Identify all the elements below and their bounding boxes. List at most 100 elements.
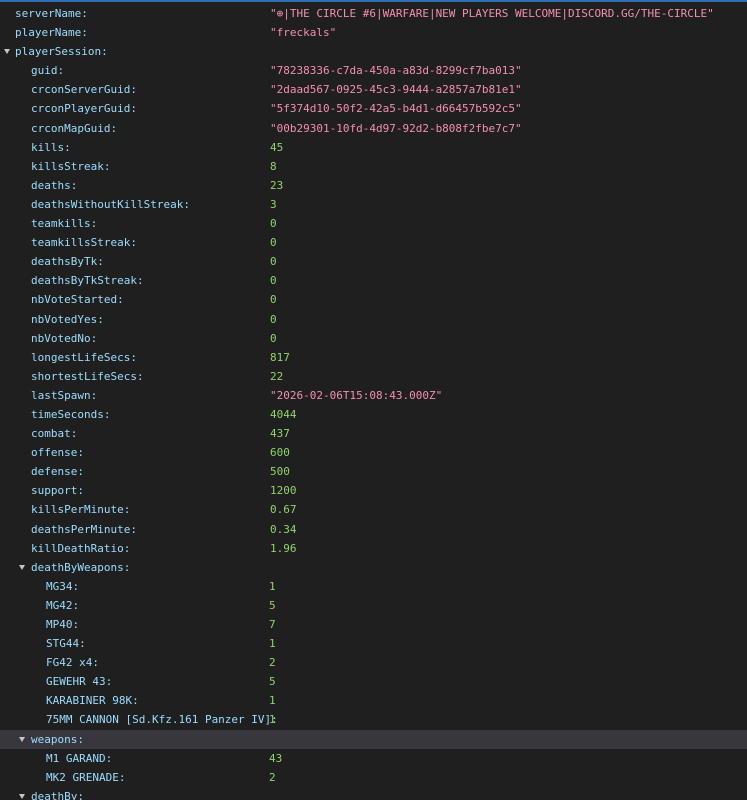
property-key: MG42: xyxy=(46,598,80,612)
tree-property-row: teamkillsStreak: 0 xyxy=(0,233,747,252)
tree-property-row: nbVoteStarted: 0 xyxy=(0,290,747,309)
number-value: 600 xyxy=(270,446,290,460)
tree-property-row: support: 1200 xyxy=(0,481,747,500)
tree-property-row: timeSeconds: 4044 xyxy=(0,405,747,424)
number-value: 5 xyxy=(269,598,276,612)
tree-property-row: crconPlayerGuid: "5f374d10-50f2-42a5-b4d1… xyxy=(0,99,747,118)
number-value: 0 xyxy=(270,312,277,326)
tree-property-row: deathsWithoutKillStreak: 3 xyxy=(0,195,747,214)
property-key: serverName: xyxy=(15,7,88,20)
property-key: MK2 GRENADE: xyxy=(46,770,126,784)
property-key: deathsPerMinute: xyxy=(31,522,137,536)
property-key: 75MM CANNON [Sd.Kfz.161 Panzer IV]: xyxy=(46,713,278,727)
number-value: 0 xyxy=(270,236,277,250)
number-value: 45 xyxy=(270,140,284,154)
property-key: MG34: xyxy=(46,579,80,593)
number-value: 1200 xyxy=(270,484,297,498)
property-key: teamkillsStreak: xyxy=(31,236,137,250)
string-value: "2daad567-0925-45c3-9444-a2857a7b81e1" xyxy=(270,83,522,97)
tree-node-row[interactable]: playerSession: xyxy=(0,42,747,61)
chevron-down-icon[interactable] xyxy=(19,793,25,799)
property-key: crconMapGuid: xyxy=(31,121,118,135)
tree-property-row: nbVotedYes: 0 xyxy=(0,310,747,329)
string-value: "⊕|THE CIRCLE #6|WARFARE|NEW PLAYERS WEL… xyxy=(270,7,714,20)
tree-property-row: playerName: "freckals" xyxy=(0,23,747,42)
number-value: 2 xyxy=(269,656,276,670)
number-value: 0 xyxy=(270,255,277,269)
number-value: 4044 xyxy=(270,407,297,421)
number-value: 0 xyxy=(270,217,277,231)
tree-property-row: guid: "78238336-c7da-450a-a83d-8299cf7ba0… xyxy=(0,61,747,80)
property-key: timeSeconds: xyxy=(31,407,111,421)
tree-node-row[interactable]: weapons: xyxy=(0,729,747,749)
string-value: "5f374d10-50f2-42a5-b4d1-d66457b592c5" xyxy=(270,102,522,116)
tree-property-row: shortestLifeSecs: 22 xyxy=(0,367,747,386)
chevron-down-icon[interactable] xyxy=(4,49,10,55)
property-key: shortestLifeSecs: xyxy=(31,369,144,383)
property-key: crconServerGuid: xyxy=(31,83,137,97)
number-value: 1 xyxy=(269,694,276,708)
chevron-down-icon[interactable] xyxy=(19,736,25,742)
string-value: "freckals" xyxy=(270,26,337,40)
number-value: 500 xyxy=(270,465,290,479)
chevron-down-icon[interactable] xyxy=(19,564,25,570)
number-value: 0 xyxy=(270,293,277,307)
tree-property-row: STG44: 1 xyxy=(0,634,747,653)
tree-property-row: killsStreak: 8 xyxy=(0,157,747,176)
property-key: support: xyxy=(31,484,84,498)
tree-property-row: FG42 x4: 2 xyxy=(0,653,747,672)
number-value: 1 xyxy=(269,637,276,651)
tree-property-row: deaths: 23 xyxy=(0,176,747,195)
property-key: lastSpawn: xyxy=(31,388,98,402)
property-key: longestLifeSecs: xyxy=(31,350,137,364)
property-key: deathsByTk: xyxy=(31,255,104,269)
json-tree-view[interactable]: serverName: "⊕|THE CIRCLE #6|WARFARE|NEW … xyxy=(0,4,747,800)
property-key: deathBy: xyxy=(31,789,84,800)
number-value: 817 xyxy=(270,350,290,364)
property-key: nbVotedYes: xyxy=(31,312,104,326)
tree-property-row: lastSpawn: "2026-02-06T15:08:43.000Z" xyxy=(0,386,747,405)
tree-property-row: deathsByTk: 0 xyxy=(0,252,747,271)
tree-property-row: deathsPerMinute: 0.34 xyxy=(0,520,747,539)
number-value: 0.67 xyxy=(270,503,297,517)
tree-property-row: MK2 GRENADE: 2 xyxy=(0,768,747,787)
number-value: 8 xyxy=(270,159,277,173)
tree-property-row: kills: 45 xyxy=(0,138,747,157)
number-value: 1 xyxy=(269,579,276,593)
tree-property-row: nbVotedNo: 0 xyxy=(0,329,747,348)
property-key: teamkills: xyxy=(31,217,98,231)
property-key: crconPlayerGuid: xyxy=(31,102,137,116)
tree-property-row: GEWEHR 43: 5 xyxy=(0,672,747,691)
tree-property-row: crconServerGuid: "2daad567-0925-45c3-9444… xyxy=(0,80,747,99)
tree-property-row: combat: 437 xyxy=(0,424,747,443)
tree-property-row: offense: 600 xyxy=(0,443,747,462)
tree-node-row[interactable]: deathBy: xyxy=(0,787,747,800)
tree-property-row: MG34: 1 xyxy=(0,577,747,596)
property-key: killsStreak: xyxy=(31,159,111,173)
tree-property-row: MP40: 7 xyxy=(0,615,747,634)
tree-node-row[interactable]: deathByWeapons: xyxy=(0,558,747,577)
property-key: deaths: xyxy=(31,178,78,192)
number-value: 7 xyxy=(269,618,276,631)
number-value: 0.34 xyxy=(270,522,297,536)
property-key: FG42 x4: xyxy=(46,656,99,670)
property-key: defense: xyxy=(31,465,84,479)
string-value: "2026-02-06T15:08:43.000Z" xyxy=(270,388,443,402)
property-key: M1 GARAND: xyxy=(46,751,113,765)
string-value: "00b29301-10fd-4d97-92d2-b808f2fbe7c7" xyxy=(270,121,522,135)
tree-property-row: serverName: "⊕|THE CIRCLE #6|WARFARE|NEW … xyxy=(0,4,747,23)
string-value: "78238336-c7da-450a-a83d-8299cf7ba013" xyxy=(270,64,522,78)
property-key: playerName: xyxy=(15,26,88,40)
property-key: KARABINER 98K: xyxy=(46,694,139,708)
property-key: deathsWithoutKillStreak: xyxy=(31,197,190,211)
tree-property-row: MG42: 5 xyxy=(0,596,747,615)
tree-property-row: teamkills: 0 xyxy=(0,214,747,233)
number-value: 0 xyxy=(270,274,277,288)
number-value: 3 xyxy=(270,197,277,211)
property-key: deathByWeapons: xyxy=(31,560,131,574)
number-value: 1 xyxy=(269,713,276,727)
tree-property-row: longestLifeSecs: 817 xyxy=(0,348,747,367)
property-key: STG44: xyxy=(46,637,86,651)
number-value: 437 xyxy=(270,427,290,441)
number-value: 5 xyxy=(269,675,276,689)
